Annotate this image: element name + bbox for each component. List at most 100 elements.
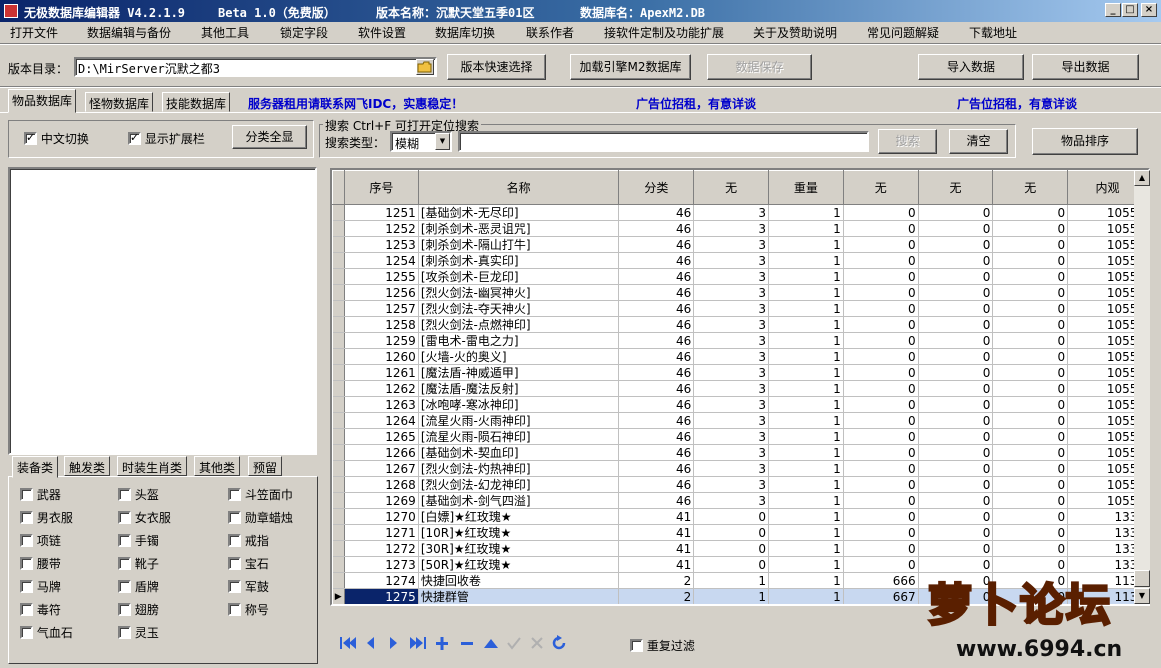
table-cell[interactable]: 1252 xyxy=(344,220,419,237)
cat-tab-fashion-zodiac[interactable]: 时装生肖类 xyxy=(117,456,188,476)
table-cell[interactable]: 0 xyxy=(992,220,1069,237)
table-cell[interactable]: 0 xyxy=(843,300,919,317)
table-cell[interactable]: 1 xyxy=(768,300,844,317)
table-cell[interactable]: 46 xyxy=(618,444,695,461)
table-cell[interactable]: 1 xyxy=(768,540,844,557)
table-cell[interactable]: 0 xyxy=(843,524,919,541)
table-cell[interactable]: 1271 xyxy=(344,524,419,541)
row-indicator[interactable] xyxy=(332,492,345,509)
table-cell[interactable]: [雷电术-雷电之力] xyxy=(418,332,620,349)
menu-custom-dev[interactable]: 接软件定制及功能扩展 xyxy=(604,24,724,41)
table-cell[interactable]: 3 xyxy=(693,396,769,413)
table-cell[interactable]: 46 xyxy=(618,380,695,397)
table-cell[interactable]: 0 xyxy=(992,364,1069,381)
item-sort-button[interactable]: 物品排序 xyxy=(1032,128,1138,155)
table-cell[interactable]: 0 xyxy=(843,284,919,301)
table-cell[interactable]: 1273 xyxy=(344,556,419,573)
tab-skill-db[interactable]: 技能数据库 xyxy=(162,92,231,112)
menu-other-tools[interactable]: 其他工具 xyxy=(201,24,249,41)
table-cell[interactable]: 46 xyxy=(618,460,695,477)
table-cell[interactable]: 1259 xyxy=(344,332,419,349)
category-checkbox[interactable]: 灵玉 xyxy=(118,624,159,641)
table-cell[interactable]: 1 xyxy=(768,332,844,349)
table-cell[interactable]: 1251 xyxy=(344,204,419,221)
table-cell[interactable]: 0 xyxy=(843,396,919,413)
category-checkbox[interactable]: 斗笠面巾 xyxy=(228,486,293,503)
table-cell[interactable]: 0 xyxy=(992,284,1069,301)
table-cell[interactable]: 0 xyxy=(918,540,994,557)
table-row[interactable]: 1255 [攻杀剑术-巨龙印] 46 3 1 0 0 0 10559 xyxy=(332,268,1148,285)
row-indicator[interactable] xyxy=(332,476,345,493)
table-cell[interactable]: 3 xyxy=(693,220,769,237)
table-row[interactable]: 1262 [魔法盾-魔法反射] 46 3 1 0 0 0 10559 xyxy=(332,380,1148,397)
row-indicator[interactable] xyxy=(332,300,345,317)
category-checkbox[interactable]: 勋章蜡烛 xyxy=(228,509,293,526)
row-indicator[interactable] xyxy=(332,540,345,557)
table-cell[interactable]: 快捷回收卷 xyxy=(418,572,620,589)
tab-monster-db[interactable]: 怪物数据库 xyxy=(85,92,154,112)
menu-download[interactable]: 下载地址 xyxy=(969,24,1017,41)
search-type-select[interactable]: 模糊 ▼ xyxy=(390,131,452,152)
table-cell[interactable]: 1 xyxy=(768,316,844,333)
last-record-icon[interactable] xyxy=(410,637,426,649)
table-cell[interactable]: 46 xyxy=(618,316,695,333)
row-indicator[interactable] xyxy=(332,524,345,541)
table-cell[interactable]: 0 xyxy=(992,300,1069,317)
table-row[interactable]: 1270 [白嫖]★红玫瑰★ 41 0 1 0 0 0 1339 xyxy=(332,508,1148,525)
table-cell[interactable]: [烈火剑法-幽冥神火] xyxy=(418,284,620,301)
row-indicator[interactable] xyxy=(332,348,345,365)
table-row[interactable]: 1261 [魔法盾-神威遁甲] 46 3 1 0 0 0 10559 xyxy=(332,364,1148,381)
ad-banner-idc[interactable]: 服务器租用请联系网飞IDC，实惠稳定！ xyxy=(248,95,463,112)
column-header[interactable]: 名称 xyxy=(417,170,620,205)
table-row[interactable]: 1256 [烈火剑法-幽冥神火] 46 3 1 0 0 0 10559 xyxy=(332,284,1148,301)
table-row[interactable]: 1252 [刺杀剑术-恶灵诅咒] 46 3 1 0 0 0 10559 xyxy=(332,220,1148,237)
table-cell[interactable]: 46 xyxy=(618,396,695,413)
table-cell[interactable]: 46 xyxy=(618,332,695,349)
table-cell[interactable]: 1253 xyxy=(344,236,419,253)
column-header[interactable]: 无 xyxy=(917,170,994,205)
table-cell[interactable]: 3 xyxy=(693,380,769,397)
table-cell[interactable]: 0 xyxy=(843,252,919,269)
row-indicator[interactable] xyxy=(332,268,345,285)
table-cell[interactable]: 46 xyxy=(618,428,695,445)
row-indicator[interactable] xyxy=(332,316,345,333)
table-row[interactable]: 1259 [雷电术-雷电之力] 46 3 1 0 0 0 10559 xyxy=(332,332,1148,349)
table-cell[interactable]: 0 xyxy=(992,492,1069,509)
table-cell[interactable]: [基础剑术-契血印] xyxy=(418,444,620,461)
table-cell[interactable]: 1262 xyxy=(344,380,419,397)
table-cell[interactable]: 1256 xyxy=(344,284,419,301)
table-cell[interactable]: 0 xyxy=(992,476,1069,493)
table-cell[interactable]: 0 xyxy=(992,524,1069,541)
table-cell[interactable]: 3 xyxy=(693,300,769,317)
chinese-switch-checkbox[interactable]: 中文切换 xyxy=(24,130,89,147)
table-row[interactable]: 1257 [烈火剑法-夺天神火] 46 3 1 0 0 0 10559 xyxy=(332,300,1148,317)
table-cell[interactable]: 1 xyxy=(768,252,844,269)
category-list-box[interactable] xyxy=(8,167,317,455)
table-cell[interactable]: 3 xyxy=(693,444,769,461)
table-cell[interactable]: 1 xyxy=(768,204,844,221)
table-cell[interactable]: 46 xyxy=(618,268,695,285)
table-cell[interactable]: 0 xyxy=(843,380,919,397)
table-cell[interactable]: 1 xyxy=(768,572,844,589)
table-cell[interactable]: 0 xyxy=(693,508,769,525)
table-cell[interactable]: 0 xyxy=(918,508,994,525)
table-cell[interactable]: 0 xyxy=(843,444,919,461)
cat-tab-trigger[interactable]: 触发类 xyxy=(64,456,111,476)
table-cell[interactable]: 0 xyxy=(918,316,994,333)
table-cell[interactable]: 0 xyxy=(992,444,1069,461)
table-cell[interactable]: [烈火剑法-幻龙神印] xyxy=(418,476,620,493)
cat-tab-reserved[interactable]: 预留 xyxy=(248,456,283,476)
table-row[interactable]: 1265 [流星火雨-陨石神印] 46 3 1 0 0 0 10559 xyxy=(332,428,1148,445)
insert-record-icon[interactable] xyxy=(436,637,448,650)
table-cell[interactable]: 0 xyxy=(918,460,994,477)
table-row[interactable]: 1258 [烈火剑法-点燃神印] 46 3 1 0 0 0 10559 xyxy=(332,316,1148,333)
table-cell[interactable]: 1275 xyxy=(344,588,419,604)
table-row[interactable]: 1267 [烈火剑法-灼热神印] 46 3 1 0 0 0 10559 xyxy=(332,460,1148,477)
table-cell[interactable]: 1 xyxy=(768,236,844,253)
table-cell[interactable]: 1260 xyxy=(344,348,419,365)
category-checkbox[interactable]: 头盔 xyxy=(118,486,159,503)
table-cell[interactable]: 0 xyxy=(918,412,994,429)
table-cell[interactable]: 1 xyxy=(768,444,844,461)
category-checkbox[interactable]: 项链 xyxy=(20,532,61,549)
search-button[interactable]: 搜索 xyxy=(878,129,937,154)
